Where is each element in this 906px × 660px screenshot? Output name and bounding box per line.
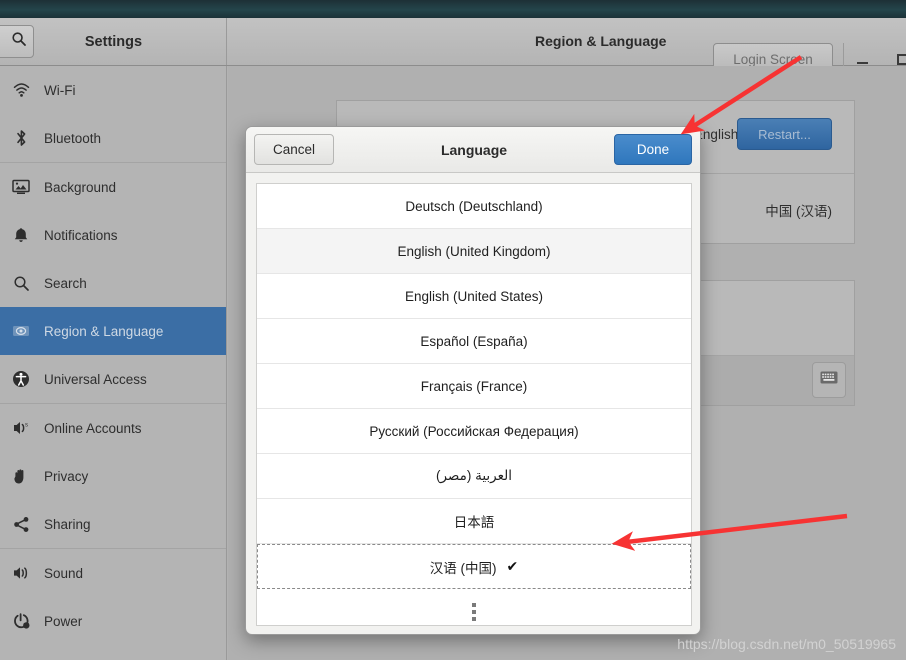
dialog-header: Language Cancel Done <box>246 127 700 173</box>
sidebar-item-online-accounts[interactable]: s Online Accounts <box>0 404 226 452</box>
sound-icon <box>8 562 34 584</box>
sidebar-item-label: Sound <box>44 566 83 581</box>
language-list[interactable]: Deutsch (Deutschland) English (United Ki… <box>256 183 692 626</box>
sidebar-item-label: Bluetooth <box>44 131 101 146</box>
language-list-item[interactable]: Español (España) <box>257 319 691 364</box>
cancel-button[interactable]: Cancel <box>254 134 334 165</box>
power-icon <box>8 610 34 632</box>
region-language-icon <box>8 320 34 342</box>
language-list-item[interactable]: Deutsch (Deutschland) <box>257 184 691 229</box>
language-list-item-selected[interactable]: 汉语 (中国) ✔ <box>257 544 691 589</box>
language-name: Deutsch (Deutschland) <box>405 199 542 214</box>
sidebar-item-background[interactable]: Background <box>0 163 226 211</box>
done-button[interactable]: Done <box>614 134 692 165</box>
sidebar-item-bluetooth[interactable]: Bluetooth <box>0 114 226 162</box>
sidebar-item-label: Search <box>44 276 87 291</box>
language-list-item[interactable]: العربية (مصر) <box>257 454 691 499</box>
bluetooth-icon <box>8 127 34 149</box>
search-icon <box>8 272 34 294</box>
bell-icon <box>8 224 34 246</box>
more-options-icon <box>472 603 476 621</box>
header-bar: Settings Region & Language Login Screen <box>0 18 906 66</box>
sidebar-item-sharing[interactable]: Sharing <box>0 500 226 548</box>
svg-text:s: s <box>25 423 28 429</box>
privacy-hand-icon <box>8 465 34 487</box>
language-list-item[interactable]: Русский (Российская Федерация) <box>257 409 691 454</box>
minimize-icon <box>857 62 868 64</box>
language-list-item[interactable]: English (United Kingdom) <box>257 229 691 274</box>
sidebar-item-label: Universal Access <box>44 372 147 387</box>
wifi-icon <box>8 79 34 101</box>
restart-button[interactable]: Restart... <box>737 118 832 150</box>
screen-root: Settings Region & Language Login Screen <box>0 0 906 660</box>
sidebar-item-privacy[interactable]: Privacy <box>0 452 226 500</box>
sidebar-item-region-language[interactable]: Region & Language <box>0 307 226 355</box>
checkmark-icon: ✔ <box>507 558 519 575</box>
language-name: English (United Kingdom) <box>397 244 550 259</box>
sidebar-item-notifications[interactable]: Notifications <box>0 211 226 259</box>
language-list-item[interactable]: English (United States) <box>257 274 691 319</box>
app-title: Settings <box>0 18 227 65</box>
language-name: 汉语 (中国) <box>430 557 497 577</box>
language-name: Français (France) <box>421 379 528 394</box>
language-list-item[interactable]: 日本語 <box>257 499 691 544</box>
sidebar-item-sound[interactable]: Sound <box>0 549 226 597</box>
sidebar-item-label: Background <box>44 180 116 195</box>
header-left-section: Settings <box>0 18 227 65</box>
more-languages-row[interactable] <box>257 589 691 626</box>
sidebar-item-universal-access[interactable]: Universal Access <box>0 355 226 403</box>
online-accounts-icon: s <box>8 417 34 439</box>
language-name: Español (España) <box>420 334 527 349</box>
share-icon <box>8 513 34 535</box>
language-name: Русский (Российская Федерация) <box>369 424 578 439</box>
maximize-icon <box>897 54 906 65</box>
sidebar-item-label: Online Accounts <box>44 421 142 436</box>
watermark-text: https://blog.csdn.net/m0_50519965 <box>677 636 896 652</box>
sidebar-item-wifi[interactable]: Wi-Fi <box>0 66 226 114</box>
keyboard-shortcuts-button[interactable] <box>812 362 846 398</box>
accessibility-icon <box>8 368 34 390</box>
gnome-top-bar <box>0 0 906 18</box>
language-list-item[interactable]: Français (France) <box>257 364 691 409</box>
settings-window: Settings Region & Language Login Screen <box>0 18 906 660</box>
sidebar: Wi-Fi Bluetooth <box>0 66 227 660</box>
language-name: English (United States) <box>405 289 543 304</box>
language-dialog: Language Cancel Done Deutsch (Deutschlan… <box>245 126 701 635</box>
page-title: Region & Language <box>535 33 666 49</box>
keyboard-icon <box>820 371 838 389</box>
sidebar-item-label: Wi-Fi <box>44 83 75 98</box>
sidebar-item-label: Region & Language <box>44 324 163 339</box>
background-icon <box>8 176 34 198</box>
sidebar-item-label: Power <box>44 614 82 629</box>
sidebar-item-power[interactable]: Power <box>0 597 226 645</box>
sidebar-item-label: Notifications <box>44 228 118 243</box>
sidebar-item-label: Sharing <box>44 517 91 532</box>
language-name: العربية (مصر) <box>436 468 512 484</box>
sidebar-item-label: Privacy <box>44 469 88 484</box>
sidebar-item-search[interactable]: Search <box>0 259 226 307</box>
region-value: 中国 (汉语) <box>765 200 832 220</box>
language-name: 日本語 <box>454 511 495 531</box>
